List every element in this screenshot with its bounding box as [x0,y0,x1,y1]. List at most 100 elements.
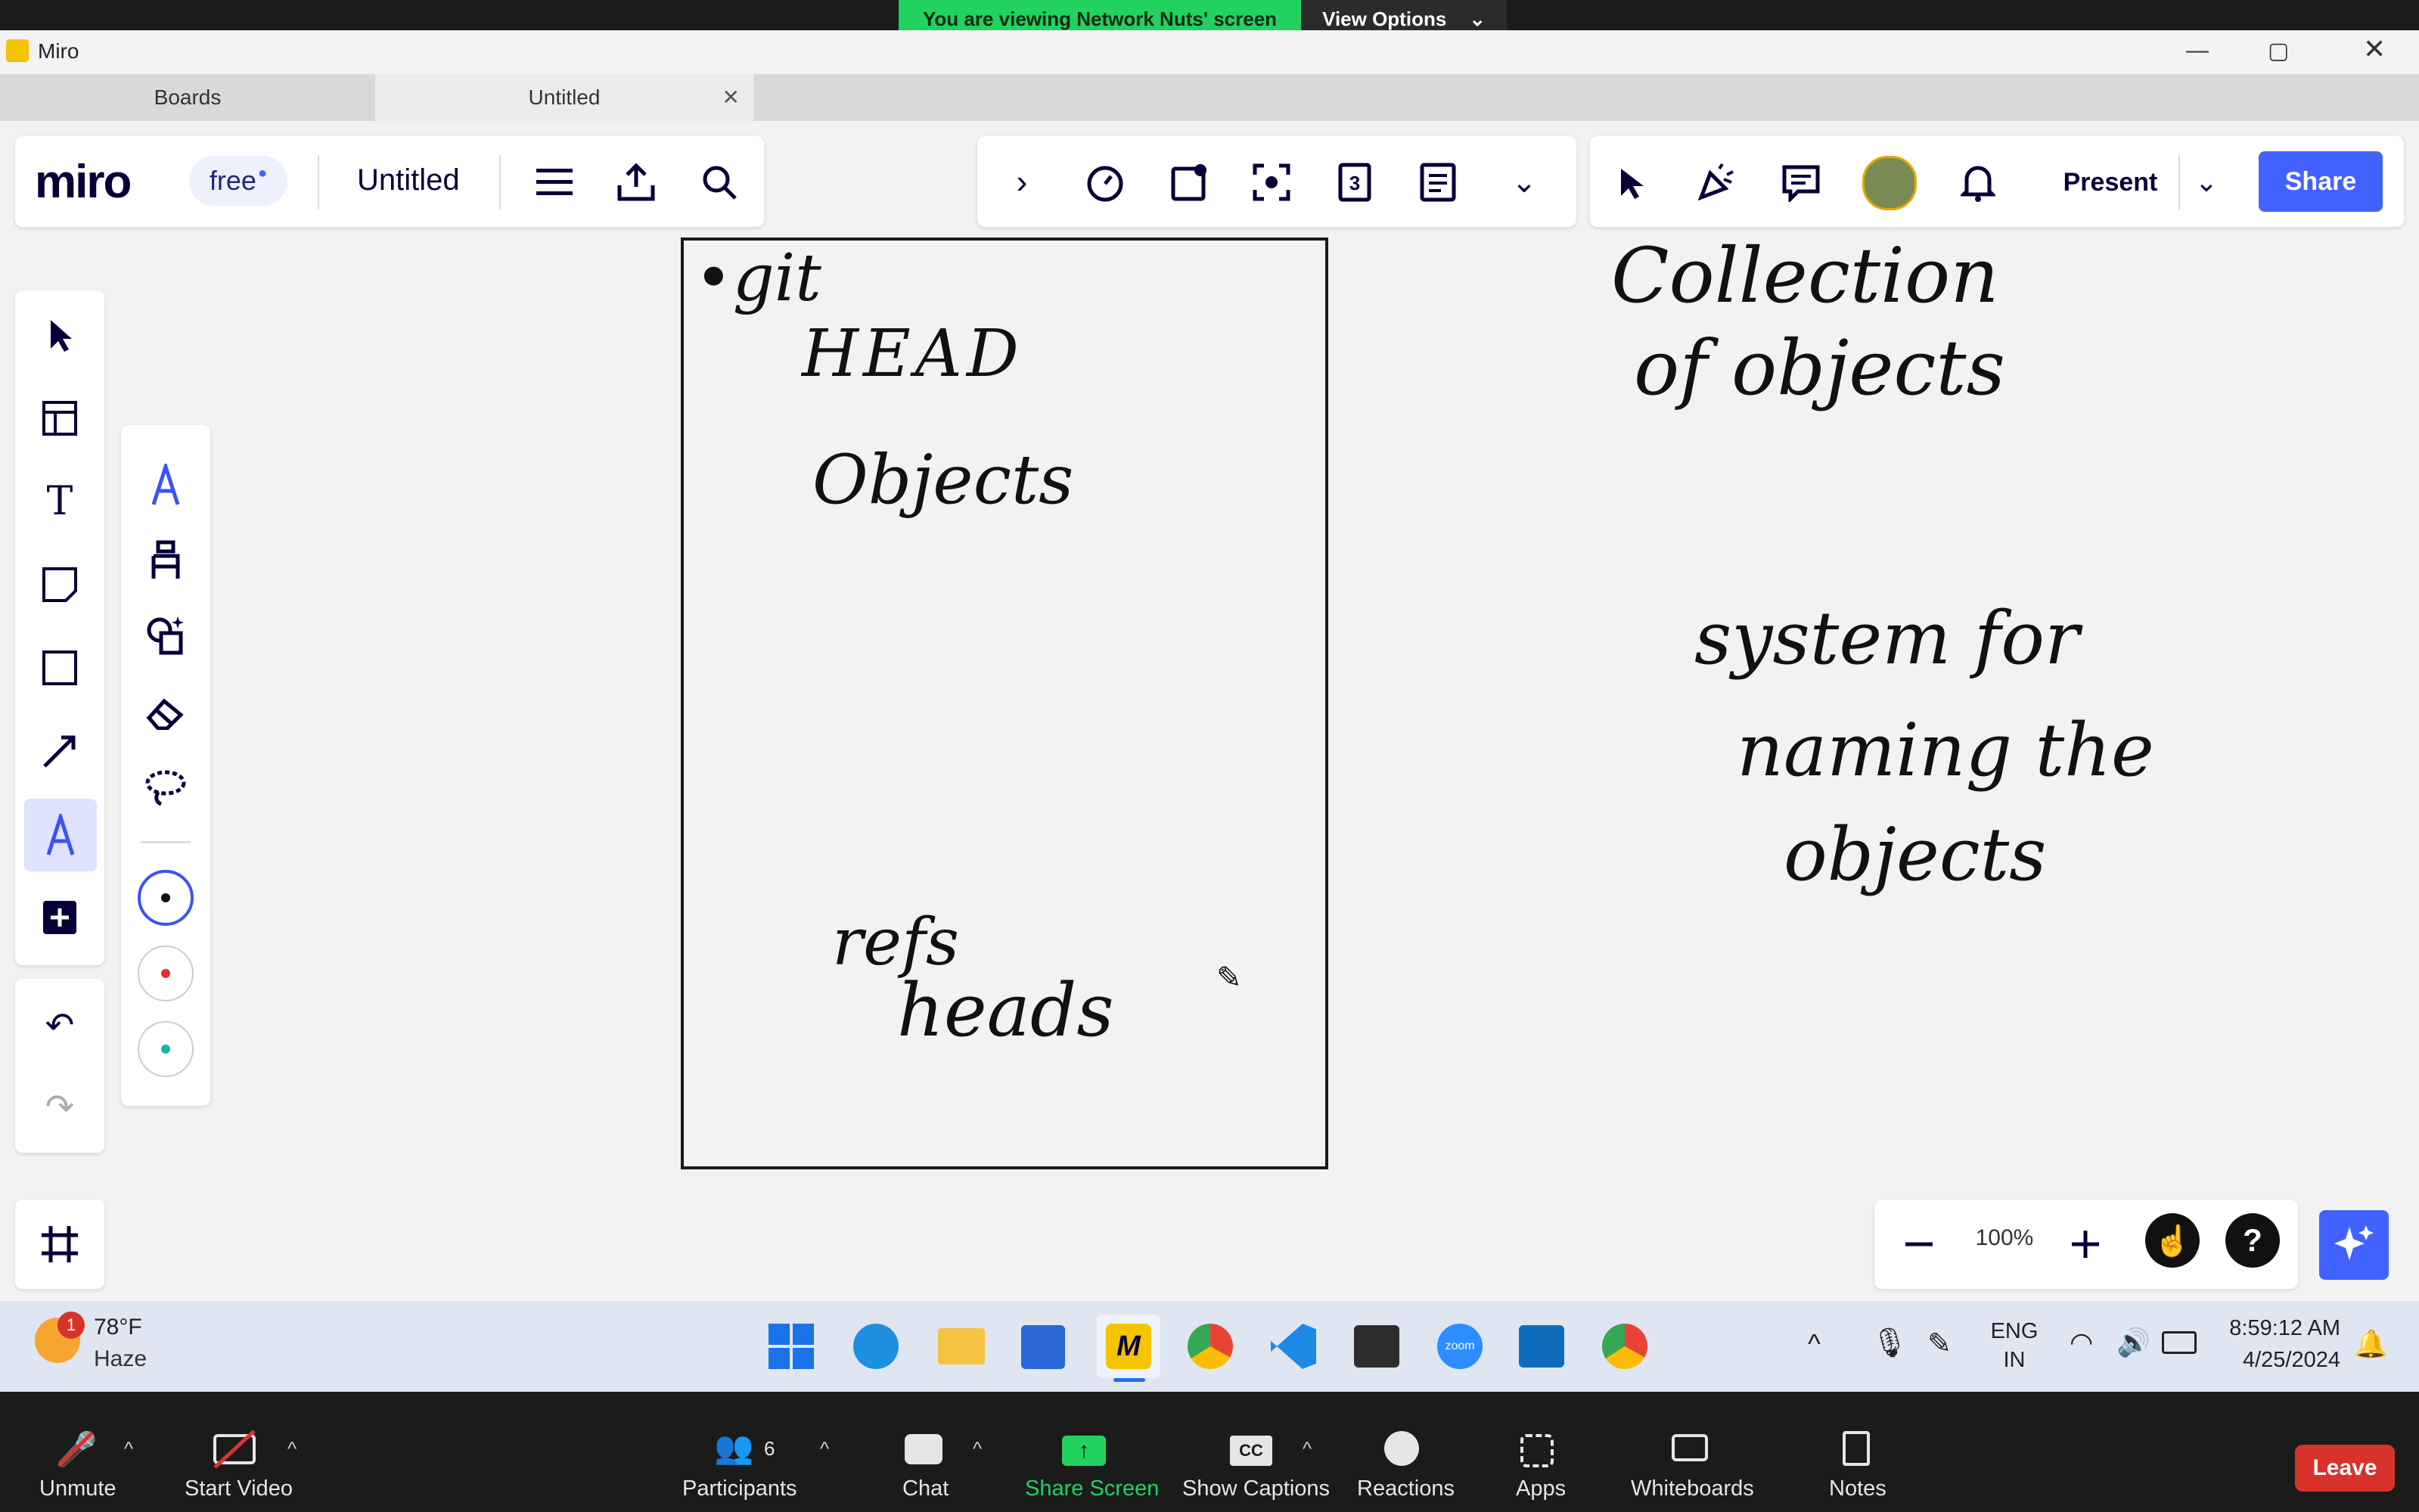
zoom-out-icon[interactable] [1893,1218,1945,1271]
audio-options-chevron-icon[interactable]: ^ [124,1437,133,1461]
participants-icon[interactable]: 👥 [714,1430,753,1467]
reactions-button[interactable]: Reactions [1357,1476,1455,1501]
whiteboards-icon[interactable] [1672,1434,1708,1461]
clock-time[interactable]: 8:59:12 AM [2212,1316,2340,1341]
present-button[interactable]: Present [2042,155,2178,210]
minimize-icon[interactable]: — [2186,38,2209,64]
avatar[interactable] [1862,156,1917,210]
maximize-icon[interactable]: ▢ [2268,38,2289,64]
search-icon[interactable] [693,156,746,209]
chat-options-chevron-icon[interactable]: ^ [973,1437,982,1461]
miro-logo[interactable]: miro [35,155,132,209]
chevron-right-icon[interactable]: › [995,156,1048,209]
volume-icon[interactable]: 🔊 [2116,1327,2150,1358]
add-more-icon[interactable] [33,891,86,944]
leave-button[interactable]: Leave [2295,1445,2395,1492]
tab-untitled[interactable]: Untitled ✕ [375,74,753,121]
bell-icon[interactable] [1952,156,2004,209]
notifications-bell-icon[interactable]: 🔔 [2354,1328,2388,1360]
edge-icon[interactable] [853,1324,899,1369]
select-tool-icon[interactable] [33,309,86,362]
cursor-follow-icon[interactable] [1607,156,1660,209]
chat-icon[interactable] [905,1434,942,1464]
share-screen-icon[interactable]: ↑ [1062,1436,1106,1466]
reactions-smiley-icon[interactable] [1384,1431,1419,1466]
pen-color-swatch[interactable] [138,870,194,926]
pen-color-swatch[interactable] [138,945,194,1001]
notes-button[interactable]: Notes [1829,1476,1886,1501]
captions-options-chevron-icon[interactable]: ^ [1303,1437,1312,1461]
timer-icon[interactable] [1079,156,1132,209]
help-icon[interactable]: ? [2225,1213,2280,1268]
plan-badge[interactable]: free ● [189,156,287,206]
voting-icon[interactable]: 3 [1328,156,1381,209]
reactions-party-icon[interactable] [1690,156,1743,209]
store-icon[interactable] [1021,1325,1065,1369]
double-chevron-down-icon[interactable]: ⌄ [1498,156,1551,209]
battery-icon[interactable] [2162,1331,2197,1354]
pen-tool-icon[interactable] [24,799,97,871]
eraser-icon[interactable] [139,685,192,738]
terminal-icon[interactable] [1354,1325,1399,1368]
text-tool-icon[interactable]: T [33,475,86,528]
pen-color-swatch[interactable] [138,1021,194,1077]
lasso-icon[interactable] [139,761,192,814]
file-explorer-icon[interactable] [938,1328,985,1365]
frames-icon[interactable] [33,1218,86,1271]
clock-date[interactable]: 4/25/2024 [2212,1348,2340,1373]
video-options-chevron-icon[interactable]: ^ [287,1437,297,1461]
apps-icon[interactable] [1520,1434,1554,1467]
present-options-chevron-icon[interactable]: ⌄ [2180,156,2233,209]
tab-boards[interactable]: Boards [0,74,375,121]
board-name[interactable]: Untitled [357,163,460,197]
notes-icon[interactable] [1843,1431,1870,1466]
ai-assist-button[interactable] [2319,1210,2389,1280]
wifi-icon[interactable]: ◠ [2070,1327,2093,1358]
apps-button[interactable]: Apps [1516,1476,1566,1501]
card-icon[interactable] [1163,156,1216,209]
zoom-in-icon[interactable] [2059,1218,2112,1271]
show-captions-button[interactable]: Show Captions [1182,1476,1330,1501]
note-head: HEAD [802,316,1023,392]
redo-icon[interactable]: ↷ [33,1080,86,1133]
close-icon[interactable]: ✕ [2363,33,2386,65]
comment-icon[interactable] [1775,156,1827,209]
sticky-note-icon[interactable] [33,558,86,611]
notes-icon[interactable] [1411,156,1464,209]
note-collection: Collection [1611,231,1999,320]
captions-cc-icon[interactable]: CC [1230,1436,1272,1466]
chat-button[interactable]: Chat [902,1476,949,1501]
microphone-icon[interactable]: 🎙 [1871,1327,1908,1360]
start-icon[interactable] [767,1322,815,1371]
focus-icon[interactable] [1245,156,1298,209]
templates-icon[interactable] [33,392,86,445]
lang-code[interactable]: ENG [1983,1319,2045,1344]
zoom-level[interactable]: 100% [1959,1225,2050,1251]
pen-color-dot [161,893,170,902]
tray-expand-chevron-icon[interactable]: ^ [1808,1328,1821,1360]
pen-menu-icon[interactable]: ✎ [1927,1327,1952,1361]
zoom-app-icon[interactable]: zoom [1437,1324,1483,1369]
hand-tool-icon[interactable]: ☝ [2145,1213,2200,1268]
chrome-icon[interactable] [1188,1324,1233,1369]
chrome-profile-icon[interactable] [1602,1324,1647,1369]
smart-shapes-icon[interactable] [139,608,192,661]
participants-button[interactable]: Participants [682,1476,797,1501]
participants-options-chevron-icon[interactable]: ^ [820,1437,829,1461]
export-icon[interactable] [610,156,663,209]
outlook-icon[interactable] [1519,1325,1564,1368]
share-button[interactable]: Share [2259,151,2383,212]
menu-icon[interactable] [528,156,581,209]
whiteboards-button[interactable]: Whiteboards [1631,1476,1754,1501]
app-title: Miro [38,39,79,63]
undo-icon[interactable]: ↶ [33,998,86,1051]
connector-line-icon[interactable] [33,725,86,778]
pen-icon[interactable] [139,458,192,511]
shape-tool-icon[interactable] [33,641,86,694]
highlighter-icon[interactable] [139,534,192,587]
unmute-button[interactable]: Unmute [39,1476,116,1501]
lang-region[interactable]: IN [1983,1348,2045,1373]
tab-close-icon[interactable]: ✕ [722,85,740,110]
share-screen-button[interactable]: Share Screen [1025,1476,1159,1501]
start-video-button[interactable]: Start Video [185,1476,293,1501]
